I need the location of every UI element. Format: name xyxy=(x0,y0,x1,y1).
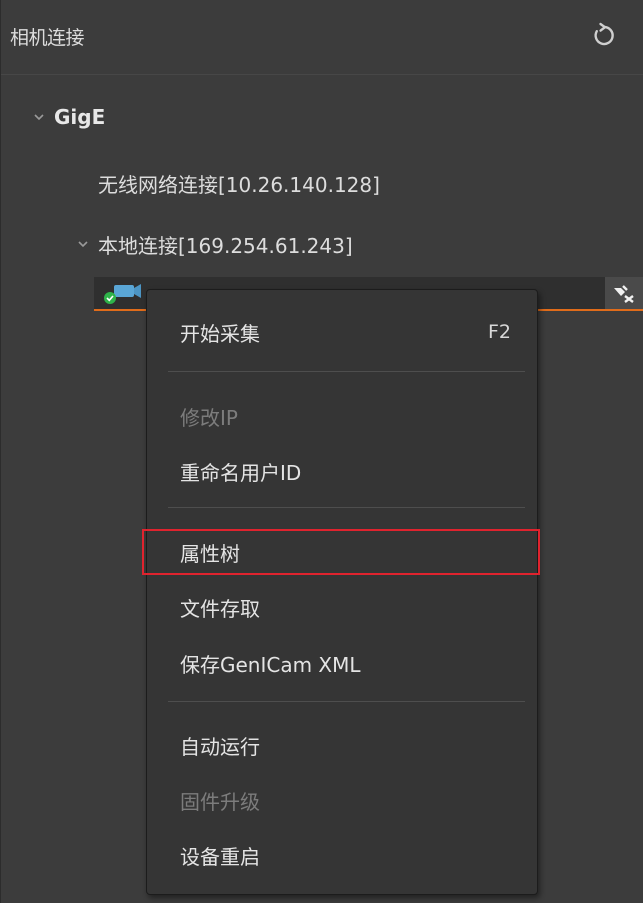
menu-separator xyxy=(168,371,525,372)
chevron-down-icon[interactable] xyxy=(34,112,44,122)
menu-item-auto-run[interactable]: 自动运行 xyxy=(147,725,537,765)
menu-item-save-genicam-xml[interactable]: 保存GenICam XML xyxy=(147,643,537,683)
disconnect-icon[interactable] xyxy=(605,277,643,309)
refresh-icon[interactable] xyxy=(591,22,617,48)
tree-item-label: 无线网络连接[10.26.140.128] xyxy=(98,172,380,197)
panel-header: 相机连接 xyxy=(1,0,643,75)
shortcut-label: F2 xyxy=(487,321,511,343)
menu-separator xyxy=(168,701,525,702)
tree-group-gige[interactable]: GigE xyxy=(34,99,105,135)
tree-item-wireless-connection[interactable]: 无线网络连接[10.26.140.128] xyxy=(98,165,380,201)
menu-item-firmware-upgrade: 固件升级 xyxy=(180,789,260,814)
menu-item-rename-user-id[interactable]: 重命名用户ID xyxy=(147,451,537,491)
tree-item-label: 本地连接[169.254.61.243] xyxy=(98,233,353,258)
menu-separator xyxy=(168,507,525,508)
menu-item-file-access[interactable]: 文件存取 xyxy=(147,587,537,627)
menu-item-device-restart[interactable]: 设备重启 xyxy=(147,835,537,875)
chevron-down-icon[interactable] xyxy=(78,239,88,249)
menu-item-modify-ip: 修改IP xyxy=(180,405,238,430)
tree-item-local-connection[interactable]: 本地连接[169.254.61.243] xyxy=(78,226,353,262)
menu-item-property-tree[interactable]: 属性树 xyxy=(142,529,540,575)
camera-connection-panel: 相机连接 GigE 无线网络连接[10.26.140.128] 本地连接[169… xyxy=(0,0,643,903)
panel-title: 相机连接 xyxy=(10,27,85,49)
context-menu: 开始采集 F2 修改IP 重命名用户ID 属性树 文件存取 保存GenICam … xyxy=(142,289,540,895)
camera-icon xyxy=(101,283,141,305)
tree-group-label: GigE xyxy=(54,105,106,129)
menu-item-start-capture[interactable]: 开始采集 F2 xyxy=(147,312,537,352)
